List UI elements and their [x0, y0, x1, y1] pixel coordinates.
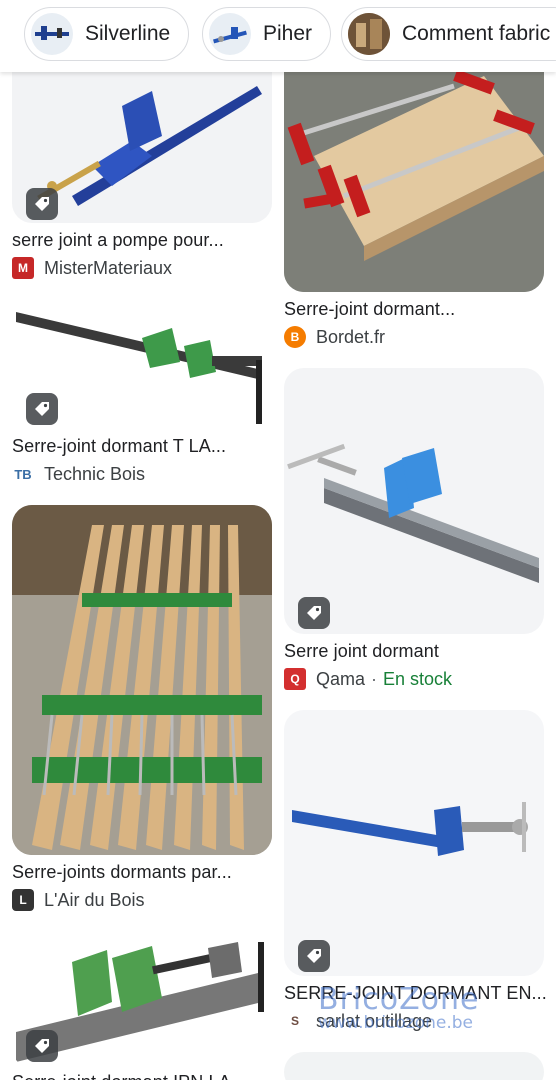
result-source[interactable]: L L'Air du Bois — [12, 889, 145, 911]
result-source[interactable]: Q Qama · En stock — [284, 668, 452, 690]
separator-dot: · — [371, 668, 378, 689]
technic-bois-favicon-icon: TB — [14, 466, 32, 482]
workshop-thumbnail-icon — [348, 13, 390, 55]
sarlat-outillage-favicon-icon: S — [290, 1014, 299, 1028]
price-tag-icon — [298, 940, 330, 972]
qama-favicon-icon: Q — [284, 668, 306, 690]
price-tag-icon — [26, 1030, 58, 1062]
price-tag-icon — [298, 597, 330, 629]
chip-silverline[interactable]: Silverline — [24, 7, 190, 61]
clamp-thumbnail-icon — [209, 13, 251, 55]
result-title[interactable]: Serre-joint dormant IPN LA — [12, 1072, 231, 1080]
bordet-favicon-icon: B — [284, 326, 306, 348]
source-name: Qama — [316, 668, 366, 689]
related-searches-bar: Silverline Piher Comment fabric — [0, 0, 556, 72]
watermark-brand: BricoZone — [318, 982, 480, 1017]
result-title[interactable]: Serre-joints dormants par... — [12, 862, 232, 883]
product-image[interactable] — [284, 368, 544, 634]
result-source[interactable]: M MisterMateriaux — [12, 257, 172, 279]
stock-status: En stock — [383, 668, 453, 689]
watermark-url: www.bricozone.be — [318, 1013, 474, 1033]
result-title[interactable]: Serre-joint dormant... — [284, 299, 455, 320]
chip-piher[interactable]: Piher — [202, 7, 332, 61]
source-name: Bordet.fr — [316, 326, 386, 347]
product-image[interactable] — [284, 710, 544, 976]
result-source[interactable]: TB Technic Bois — [12, 463, 145, 485]
source-name: MisterMateriaux — [44, 257, 173, 278]
chip-label: Comment fabric — [402, 22, 551, 45]
watermark: BricoZone www.bricozone.be — [318, 982, 479, 1033]
clamp-thumbnail-icon — [31, 13, 73, 55]
product-image[interactable] — [284, 46, 544, 292]
chip-label: Silverline — [85, 22, 171, 45]
lair-du-bois-favicon-icon: L — [12, 889, 34, 911]
source-name: Technic Bois — [44, 463, 146, 484]
result-title[interactable]: Serre-joint dormant T LA... — [12, 436, 226, 457]
product-image[interactable] — [12, 505, 272, 855]
product-image[interactable] — [284, 1052, 544, 1080]
result-title[interactable]: serre joint a pompe pour... — [12, 230, 224, 251]
chip-label: Piher — [263, 22, 313, 45]
mistermateriaux-favicon-icon: M — [12, 257, 34, 279]
result-source[interactable]: B Bordet.fr — [284, 326, 385, 348]
price-tag-icon — [26, 188, 58, 220]
price-tag-icon — [26, 393, 58, 425]
chip-comment-fabriquer[interactable]: Comment fabric — [341, 7, 556, 61]
source-name: L'Air du Bois — [44, 889, 145, 910]
result-title[interactable]: Serre joint dormant — [284, 641, 439, 662]
